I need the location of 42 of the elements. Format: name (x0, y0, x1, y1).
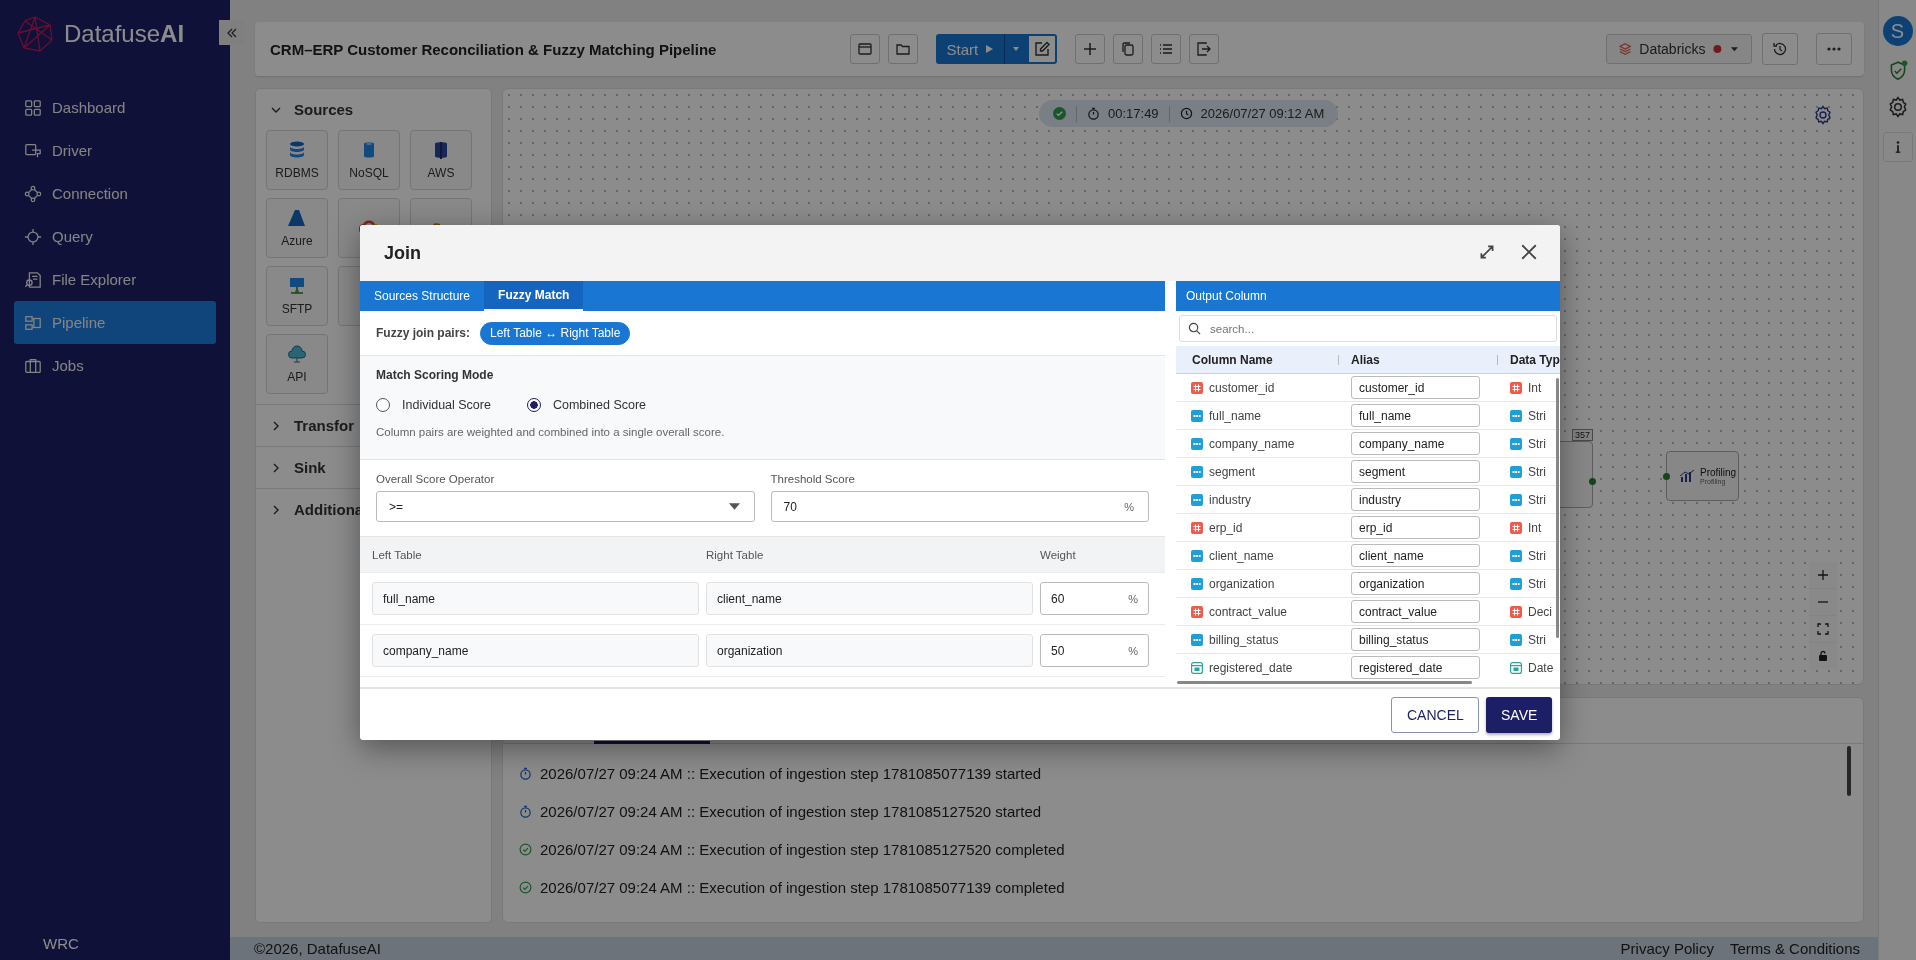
table-cell: full_name (1176, 408, 1338, 423)
run-start-time: 2026/07/27 09:12 AM (1200, 106, 1325, 121)
section-title: Match Scoring Mode (376, 368, 495, 382)
log-entry: 2026/07/27 09:24 AM :: Execution of ingestion step 1781085077139 completed (540, 878, 1065, 896)
log-entry: 2026/07/27 09:24 AM :: Execution of ingestion step 1781085127520 completed (540, 840, 1065, 858)
table-cell: segment (1176, 464, 1338, 479)
table-cell: contract_value (1176, 604, 1338, 619)
column-header: Weight (1040, 548, 1077, 561)
node-count-badge: 357 (1571, 429, 1593, 441)
table-cell: organization (1176, 576, 1338, 591)
node-title: Profiling (1700, 467, 1737, 478)
section-title: Additiona (294, 501, 364, 518)
hint-text: Column pairs are weighted and combined into a single overall score. (376, 426, 726, 438)
column-header: Alias (1350, 352, 1381, 367)
field-label: Threshold Score (770, 473, 856, 485)
table-cell: billing_status (1176, 632, 1338, 647)
run-duration: 00:17:49 (1108, 106, 1159, 121)
dialog-title: Join (384, 242, 421, 264)
log-entry: 2026/07/27 09:24 AM :: Execution of ingestion step 1781085077139 started (540, 764, 1042, 782)
section-title: Transfor (294, 417, 354, 434)
field-label: Fuzzy join pairs: (376, 326, 470, 340)
section-title: Sources (294, 101, 354, 118)
column-header: Data Typ (1509, 352, 1560, 367)
table-cell: customer_id (1176, 380, 1338, 395)
column-header: Column Name (1191, 352, 1274, 367)
sidebar-footer-text: WRC (42, 935, 80, 954)
panel-title: Output Column (1186, 289, 1267, 303)
table-cell: erp_id (1176, 520, 1338, 535)
copyright-text: ©2026, DatafuseAI (254, 940, 381, 957)
table-cell: registered_date (1176, 660, 1338, 675)
column-header: Right Table (706, 548, 765, 561)
brand-name: DatafuseAI (64, 20, 185, 48)
column-header: Left Table (372, 548, 423, 561)
field-label: Overall Score Operator (376, 473, 496, 485)
table-cell: industry (1176, 492, 1338, 507)
pipeline-title: CRM–ERP Customer Reconciliation & Fuzzy Matching Pipeline (270, 40, 717, 58)
table-cell: company_name (1176, 436, 1338, 451)
table-cell: Stri (1496, 632, 1560, 647)
table-cell: client_name (1176, 548, 1338, 563)
table-cell: Date (1496, 660, 1560, 675)
section-title: Sink (294, 459, 326, 476)
log-entry: 2026/07/27 09:24 AM :: Execution of ingestion step 1781085127520 started (540, 802, 1042, 820)
